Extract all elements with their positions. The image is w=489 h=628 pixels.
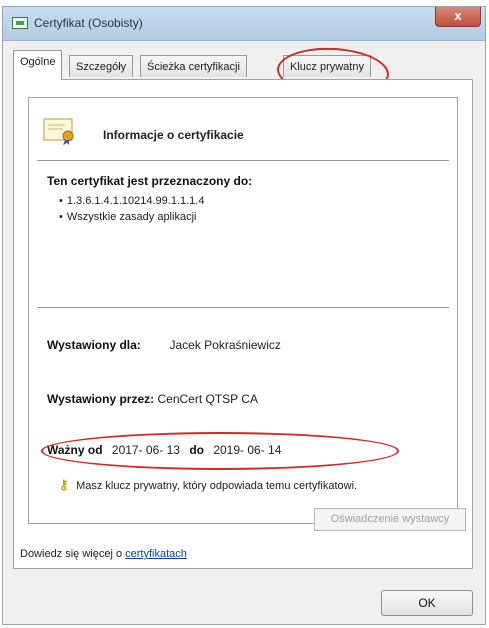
private-key-note: Masz klucz prywatny, który odpowiada tem… <box>76 480 358 492</box>
issuer-statement-button[interactable]: Oświadczenie wystawcy <box>314 508 466 531</box>
issued-to-label: Wystawiony dla: <box>47 338 141 352</box>
tab-general[interactable]: Ogólne <box>13 50 63 80</box>
purpose-item: 1.3.6.1.4.1.10214.99.1.1.1.4 <box>59 193 205 209</box>
title-bar[interactable]: Certyfikat (Osobisty) x <box>3 7 485 41</box>
tab-details[interactable]: Szczegóły <box>69 55 134 77</box>
key-icon: ⚷ <box>59 477 69 492</box>
private-key-row: ⚷ Masz klucz prywatny, który odpowiada t… <box>59 477 357 493</box>
purpose-heading: Ten certyfikat jest przeznaczony do: <box>47 174 253 188</box>
learn-more-text: Dowiedz się więcej o <box>20 548 126 560</box>
valid-to-label: do <box>189 443 204 457</box>
ok-button[interactable]: OK <box>381 590 473 616</box>
validity-row: Ważny od 2017- 06- 13 do 2019- 06- 14 <box>47 443 281 457</box>
tab-strip: Ogólne Szczegóły Ścieżka certyfikacji Kl… <box>13 50 473 80</box>
general-tab-panel: Informacje o certyfikacie Ten certyfikat… <box>13 79 473 569</box>
issued-by-label: Wystawiony przez: <box>47 392 155 406</box>
purpose-item: Wszystkie zasady aplikacji <box>59 209 204 225</box>
valid-from-label: Ważny od <box>47 443 103 457</box>
certificates-link[interactable]: certyfikatach <box>125 548 187 560</box>
learn-more: Dowiedz się więcej o certyfikatach <box>20 548 187 560</box>
certificate-ribbon-icon <box>43 118 74 145</box>
issued-by-row: Wystawiony przez: CenCert QTSP CA <box>47 392 258 406</box>
info-header: Informacje o certyfikacie <box>103 128 244 142</box>
valid-to-value: 2019- 06- 14 <box>213 443 282 457</box>
tab-private-key[interactable]: Klucz prywatny <box>283 55 371 77</box>
issued-to-row: Wystawiony dla: Jacek Pokraśniewicz <box>47 338 281 352</box>
window-title: Certyfikat (Osobisty) <box>34 16 143 30</box>
tab-certification-path[interactable]: Ścieżka certyfikacji <box>140 55 247 77</box>
certificate-icon <box>12 17 28 29</box>
issued-to-value: Jacek Pokraśniewicz <box>169 338 281 352</box>
purpose-list: 1.3.6.1.4.1.10214.99.1.1.1.4 Wszystkie z… <box>59 193 205 225</box>
issued-by-value: CenCert QTSP CA <box>157 392 258 406</box>
certificate-info-box: Informacje o certyfikacie Ten certyfikat… <box>28 97 458 524</box>
valid-from-value: 2017- 06- 13 <box>111 443 180 457</box>
divider <box>37 160 449 161</box>
divider <box>37 307 449 308</box>
close-button[interactable]: x <box>435 7 481 27</box>
